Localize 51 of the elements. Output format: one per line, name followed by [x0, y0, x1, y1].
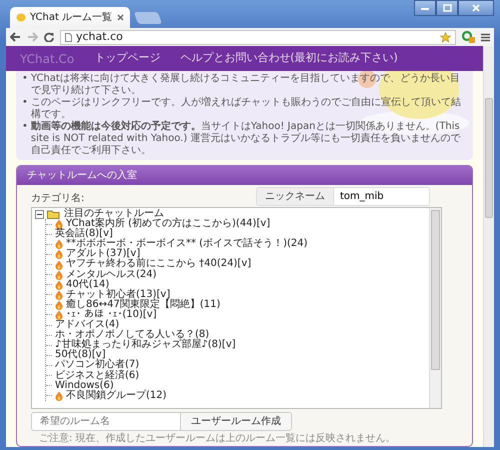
room-item[interactable]: メンタルヘルス(24)	[66, 270, 157, 280]
star-icon[interactable]	[440, 32, 451, 42]
url-text: ychat.co	[76, 28, 123, 45]
room-item[interactable]: 40代(14)	[66, 280, 110, 290]
notice-text: このページはリンクフリーです。人が増えればチャットも賑わうのでご自由に宣伝して頂いて結構です。	[30, 97, 462, 120]
notice-text: YChatは将来に向けて大きく発展し続けるコミュニティーを目指していますので、どうか長い目で見守り続けて下さい。	[30, 73, 461, 96]
room-item[interactable]: アダルト(37)[v]	[66, 249, 140, 260]
room-item[interactable]: **ボボボーボ・ボーボイス** (ボイスで話そう！)(24)	[66, 239, 308, 250]
folder-icon	[47, 209, 61, 220]
page-scrollbar[interactable]	[483, 46, 494, 447]
room-item[interactable]: チャット初心者(13)[v]	[66, 290, 170, 300]
nav-link[interactable]: ヘルプとお問い合わせ(最初にお読み下さい)	[180, 50, 398, 67]
close-icon[interactable]	[117, 14, 124, 21]
menu-icon[interactable]	[481, 32, 490, 42]
bullet-mark: •	[22, 97, 28, 110]
flame-icon	[55, 219, 63, 230]
minimize-button[interactable]	[414, 0, 436, 16]
collapse-icon[interactable]	[35, 210, 44, 219]
nickname-field[interactable]: ニックネーム tom_mib	[256, 187, 430, 206]
category-label: カテゴリ名:	[31, 192, 84, 206]
minimize-icon	[421, 6, 429, 10]
room-item[interactable]: ･ｪ･ あほ ･ｪ･(10)[v]	[66, 310, 157, 320]
maximize-icon	[442, 4, 452, 12]
category-item[interactable]: ビジネスと経済(6)	[55, 370, 140, 381]
notice-text: 動画等の機能は今後対応の予定です。当サイトはYahoo! Japanとは一切関係ありません。(This site is NOT related with Yahoo.) 運営元はいかなるトラブル等にも一切責任を負いませんので自己責任でご利用下さい。	[30, 121, 462, 157]
scrollbar[interactable]	[429, 208, 441, 408]
close-icon	[472, 4, 480, 12]
flame-icon	[55, 390, 63, 401]
notice-text: ご注意: 現在、作成したユーザールームは上のルーム一覧には反映されません。	[39, 432, 397, 446]
close-button[interactable]	[458, 0, 494, 16]
reload-icon[interactable]	[44, 32, 54, 42]
category-item[interactable]: パソコン初心者(7)	[55, 360, 140, 370]
category-item[interactable]: アドバイス(4)	[55, 320, 120, 330]
category-item[interactable]: ♪甘味処まったり和みジャズ部屋♪(8)[v]	[55, 340, 236, 350]
room-name-field[interactable]: 希望のルーム名	[31, 412, 181, 431]
maximize-button[interactable]	[436, 0, 458, 16]
category-item[interactable]: 英会話(8)[v]	[55, 229, 113, 240]
room-item[interactable]: 癒し86↔47関東限定【悶絶】(11)	[66, 300, 220, 310]
extension-icon[interactable]	[462, 31, 475, 43]
nav-link[interactable]: トップページ	[94, 50, 160, 67]
address-bar[interactable]: ychat.co	[60, 30, 456, 44]
card-header: チャットルームへの入室	[17, 166, 472, 185]
category-item[interactable]: Windows(6)	[55, 380, 114, 391]
bullet-mark: •	[22, 73, 28, 86]
page-icon	[65, 32, 72, 42]
bullet-mark: •	[22, 121, 28, 134]
browser-tab[interactable]: YChat ルーム一覧	[10, 7, 130, 28]
create-room-button[interactable]: ユーザールーム作成	[181, 412, 292, 431]
room-item[interactable]: ヤフチャ終わる前にここから †40(24)[v]	[66, 259, 252, 270]
back-icon[interactable]	[10, 32, 21, 42]
room-item[interactable]: 不良関鎖グループ(12)	[66, 390, 167, 401]
